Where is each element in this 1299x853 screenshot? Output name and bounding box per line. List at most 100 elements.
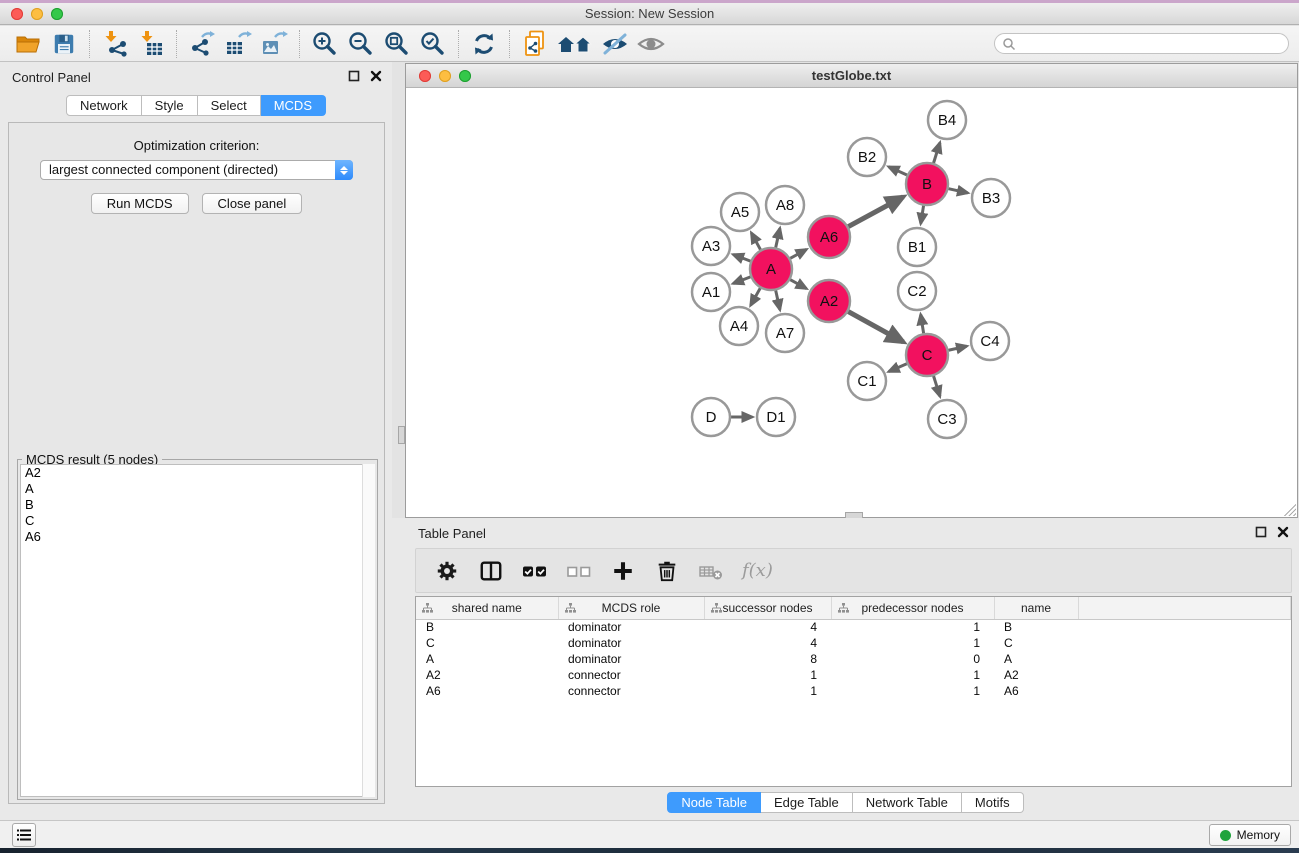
tab-edge-table[interactable]: Edge Table: [761, 792, 853, 813]
close-panel-button[interactable]: Close panel: [202, 193, 303, 214]
zoom-fit-icon[interactable]: [381, 28, 413, 60]
result-list-item[interactable]: A2: [21, 465, 374, 481]
graph-node-B1[interactable]: B1: [898, 228, 936, 266]
tab-motifs[interactable]: Motifs: [962, 792, 1024, 813]
show-all-icon[interactable]: [635, 28, 667, 60]
graph-edge-A-A2[interactable]: [790, 280, 806, 289]
export-table-icon[interactable]: [222, 28, 254, 60]
split-columns-icon[interactable]: [474, 554, 508, 588]
graph-node-B[interactable]: B: [906, 163, 948, 205]
result-list-item[interactable]: B: [21, 497, 374, 513]
export-image-icon[interactable]: [258, 28, 290, 60]
column-header-name[interactable]: name: [994, 597, 1078, 619]
graph-node-A7[interactable]: A7: [766, 314, 804, 352]
graph-edge-B-B3[interactable]: [948, 189, 967, 193]
result-list-scrollbar[interactable]: [362, 464, 375, 797]
graph-node-C2[interactable]: C2: [898, 272, 936, 310]
result-list-item[interactable]: A: [21, 481, 374, 497]
graph-node-B2[interactable]: B2: [848, 138, 886, 176]
criterion-dropdown[interactable]: largest connected component (directed): [40, 160, 353, 180]
tab-node-table[interactable]: Node Table: [667, 792, 761, 813]
graph-edge-C-C1[interactable]: [889, 364, 907, 372]
tab-select[interactable]: Select: [198, 95, 261, 116]
open-session-icon[interactable]: [12, 28, 44, 60]
close-panel-icon[interactable]: [370, 70, 382, 82]
graph-edge-A-A6[interactable]: [790, 249, 806, 258]
memory-button[interactable]: Memory: [1209, 824, 1291, 846]
column-header-MCDS-role[interactable]: MCDS role: [558, 597, 704, 619]
table-row[interactable]: Cdominator41C: [416, 635, 1291, 651]
float-panel-icon[interactable]: [1255, 526, 1267, 538]
graph-edge-B-B2[interactable]: [889, 167, 907, 175]
copy-network-icon[interactable]: [519, 28, 551, 60]
graph-edge-A-A3[interactable]: [733, 255, 750, 262]
minimize-window-button[interactable]: [31, 8, 43, 20]
zoom-window-button[interactable]: [51, 8, 63, 20]
graph-node-B4[interactable]: B4: [928, 101, 966, 139]
graph-node-A[interactable]: A: [750, 248, 792, 290]
export-network-icon[interactable]: [186, 28, 218, 60]
refresh-view-icon[interactable]: [468, 28, 500, 60]
graph-edge-C-C2[interactable]: [921, 315, 924, 334]
table-row[interactable]: A2connector11A2: [416, 667, 1291, 683]
column-header-predecessor-nodes[interactable]: predecessor nodes: [831, 597, 994, 619]
graph-node-D[interactable]: D: [692, 398, 730, 436]
graph-edge-A-A5[interactable]: [751, 233, 760, 250]
graph-node-A8[interactable]: A8: [766, 186, 804, 224]
delete-column-icon[interactable]: [650, 554, 684, 588]
table-row[interactable]: Adominator80A: [416, 651, 1291, 667]
network-graph[interactable]: B4B2BB3A8A5A6B1A3AC2A1A2A4A7C4CC1C3DD1: [406, 88, 1297, 517]
gear-icon[interactable]: [430, 554, 464, 588]
table-row[interactable]: Bdominator41B: [416, 619, 1291, 635]
graph-edge-A-A4[interactable]: [751, 288, 761, 305]
tab-network[interactable]: Network: [66, 95, 142, 116]
float-panel-icon[interactable]: [348, 70, 360, 82]
graph-node-D1[interactable]: D1: [757, 398, 795, 436]
zoom-out-icon[interactable]: [345, 28, 377, 60]
zoom-network-button[interactable]: [459, 70, 471, 82]
table-header-row[interactable]: shared nameMCDS rolesuccessor nodesprede…: [416, 597, 1291, 619]
import-network-icon[interactable]: [99, 28, 131, 60]
run-mcds-button[interactable]: Run MCDS: [91, 193, 189, 214]
graph-edge-A6-B[interactable]: [848, 197, 903, 227]
zoom-selected-icon[interactable]: [417, 28, 449, 60]
tab-network-table[interactable]: Network Table: [853, 792, 962, 813]
graph-node-A5[interactable]: A5: [721, 193, 759, 231]
import-table-icon[interactable]: [135, 28, 167, 60]
deselect-all-checkboxes-icon[interactable]: [562, 554, 596, 588]
graph-node-C1[interactable]: C1: [848, 362, 886, 400]
graph-node-A4[interactable]: A4: [720, 307, 758, 345]
graph-edge-A-A8[interactable]: [776, 228, 780, 247]
graph-node-A3[interactable]: A3: [692, 227, 730, 265]
graph-edge-A-A7[interactable]: [776, 290, 780, 309]
graph-edge-B-B4[interactable]: [934, 143, 940, 163]
graph-node-A1[interactable]: A1: [692, 273, 730, 311]
close-window-button[interactable]: [11, 8, 23, 20]
graph-node-B3[interactable]: B3: [972, 179, 1010, 217]
graph-node-A6[interactable]: A6: [808, 216, 850, 258]
graph-node-C[interactable]: C: [906, 334, 948, 376]
graph-node-A2[interactable]: A2: [808, 280, 850, 322]
panel-list-button[interactable]: [12, 823, 36, 847]
hide-selected-icon[interactable]: [599, 28, 631, 60]
column-header-successor-nodes[interactable]: successor nodes: [704, 597, 831, 619]
tab-mcds[interactable]: MCDS: [261, 95, 326, 116]
result-list-item[interactable]: C: [21, 513, 374, 529]
search-field[interactable]: [994, 33, 1289, 54]
column-header-shared-name[interactable]: shared name: [416, 597, 558, 619]
graph-edge-C-C4[interactable]: [948, 346, 966, 350]
home-view-icon[interactable]: [555, 28, 595, 60]
add-column-icon[interactable]: [606, 554, 640, 588]
save-session-icon[interactable]: [48, 28, 80, 60]
graph-node-C3[interactable]: C3: [928, 400, 966, 438]
zoom-in-icon[interactable]: [309, 28, 341, 60]
delete-table-icon[interactable]: [694, 554, 728, 588]
table-row[interactable]: A6connector11A6: [416, 683, 1291, 699]
function-builder-icon[interactable]: f(x): [738, 560, 773, 581]
close-network-button[interactable]: [419, 70, 431, 82]
tab-style[interactable]: Style: [142, 95, 198, 116]
graph-edge-B-B1[interactable]: [921, 206, 924, 224]
resize-grip-icon[interactable]: [1284, 504, 1296, 516]
search-input[interactable]: [1016, 35, 1288, 52]
splitpane-handle[interactable]: [398, 426, 405, 444]
